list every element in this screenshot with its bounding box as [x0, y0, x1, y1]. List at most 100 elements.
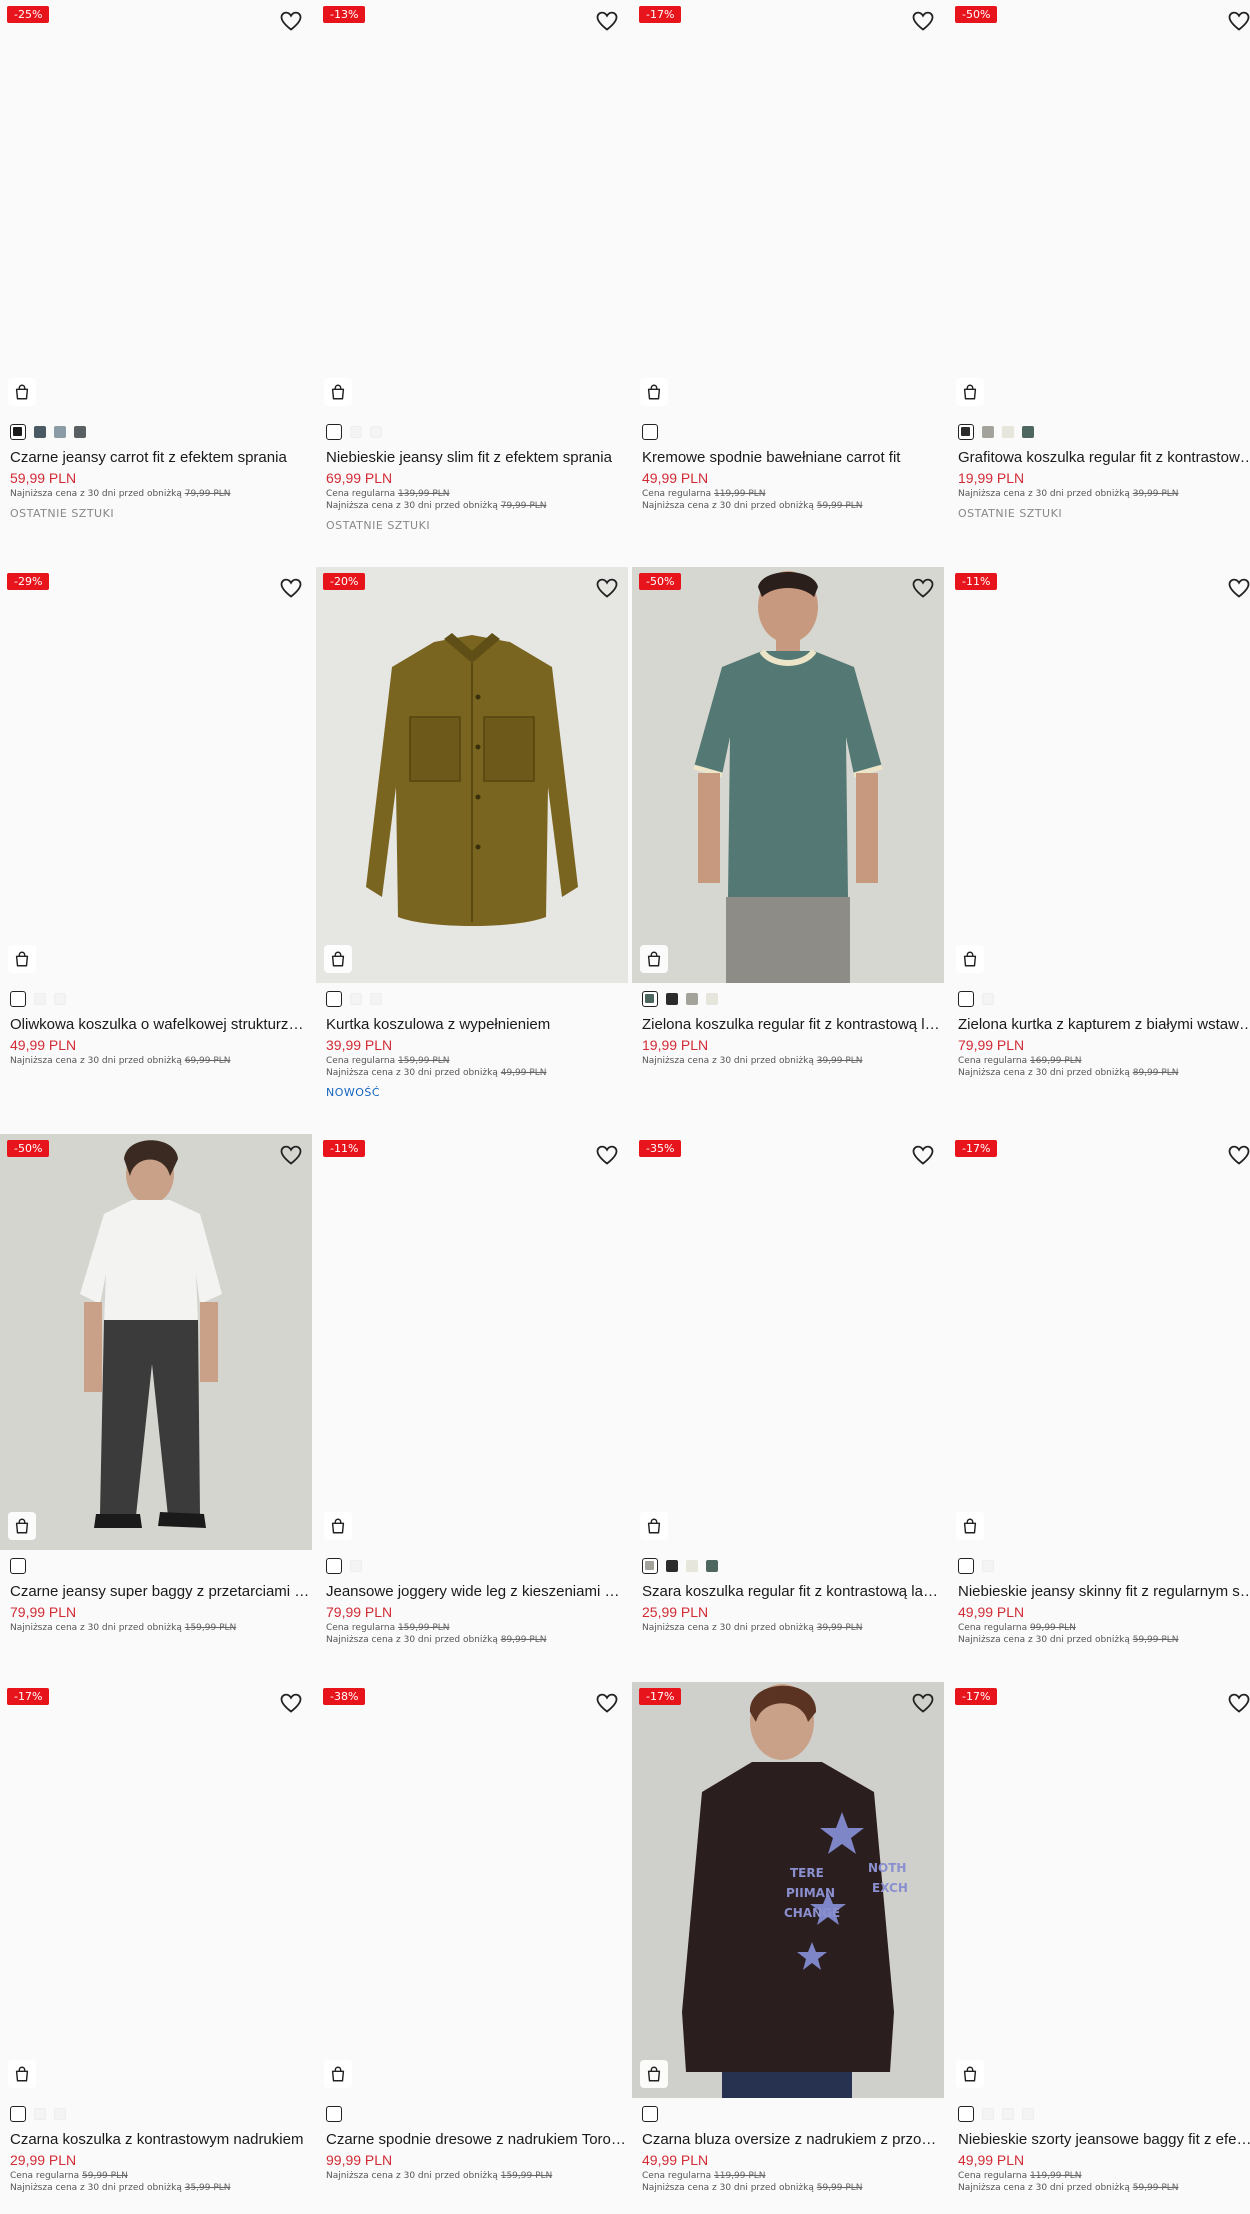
shopping-bag-icon[interactable]: [956, 1512, 984, 1540]
color-swatch[interactable]: [54, 993, 66, 1005]
product-image[interactable]: -50%: [0, 1134, 312, 1550]
product-title[interactable]: Grafitowa koszulka regular fit z kontras…: [958, 448, 1250, 467]
color-swatch-selected[interactable]: [958, 424, 974, 440]
color-swatch-selected[interactable]: [958, 991, 974, 1007]
color-swatch-selected[interactable]: [10, 424, 26, 440]
color-swatch-selected[interactable]: [326, 424, 342, 440]
heart-icon[interactable]: [595, 576, 619, 600]
product-title[interactable]: Czarne jeansy super baggy z przetarciami…: [10, 1582, 310, 1601]
product-image[interactable]: -50%: [632, 567, 944, 983]
color-swatch-selected[interactable]: [326, 991, 342, 1007]
product-title[interactable]: Czarna koszulka z kontrastowym nadrukiem: [10, 2130, 310, 2149]
product-image[interactable]: -38%: [316, 1682, 628, 2098]
color-swatch[interactable]: [34, 993, 46, 1005]
product-title[interactable]: Kurtka koszulowa z wypełnieniem: [326, 1015, 626, 1034]
product-image[interactable]: -11%: [948, 567, 1250, 983]
shopping-bag-icon[interactable]: [640, 378, 668, 406]
product-title[interactable]: Zielona koszulka regular fit z kontrasto…: [642, 1015, 942, 1034]
color-swatch[interactable]: [666, 1560, 678, 1572]
color-swatch[interactable]: [1022, 426, 1034, 438]
color-swatch[interactable]: [982, 2108, 994, 2120]
product-image[interactable]: -20%: [316, 567, 628, 983]
color-swatch-selected[interactable]: [326, 1558, 342, 1574]
color-swatch-selected[interactable]: [958, 1558, 974, 1574]
shopping-bag-icon[interactable]: [8, 2060, 36, 2088]
color-swatch[interactable]: [370, 993, 382, 1005]
color-swatch[interactable]: [370, 426, 382, 438]
product-title[interactable]: Niebieskie jeansy slim fit z efektem spr…: [326, 448, 626, 467]
product-image[interactable]: -17%: [948, 1134, 1250, 1550]
product-title[interactable]: Niebieskie szorty jeansowe baggy fit z e…: [958, 2130, 1250, 2149]
heart-icon[interactable]: [279, 1691, 303, 1715]
heart-icon[interactable]: [279, 9, 303, 33]
heart-icon[interactable]: [911, 1691, 935, 1715]
color-swatch[interactable]: [1002, 426, 1014, 438]
color-swatch[interactable]: [350, 993, 362, 1005]
color-swatch[interactable]: [350, 426, 362, 438]
color-swatch-selected[interactable]: [642, 1558, 658, 1574]
product-image[interactable]: -50%: [948, 0, 1250, 416]
heart-icon[interactable]: [595, 1691, 619, 1715]
product-image[interactable]: -13%: [316, 0, 628, 416]
shopping-bag-icon[interactable]: [8, 378, 36, 406]
product-title[interactable]: Szara koszulka regular fit z kontrastową…: [642, 1582, 942, 1601]
color-swatch[interactable]: [706, 993, 718, 1005]
color-swatch[interactable]: [34, 2108, 46, 2120]
shopping-bag-icon[interactable]: [640, 2060, 668, 2088]
color-swatch[interactable]: [1002, 2108, 1014, 2120]
color-swatch-selected[interactable]: [958, 2106, 974, 2122]
color-swatch[interactable]: [982, 1560, 994, 1572]
heart-icon[interactable]: [279, 576, 303, 600]
color-swatch-selected[interactable]: [642, 424, 658, 440]
shopping-bag-icon[interactable]: [324, 945, 352, 973]
shopping-bag-icon[interactable]: [640, 945, 668, 973]
product-image[interactable]: -17%: [0, 1682, 312, 2098]
product-title[interactable]: Zielona kurtka z kapturem z białymi wsta…: [958, 1015, 1250, 1034]
product-image[interactable]: -29%: [0, 567, 312, 983]
shopping-bag-icon[interactable]: [324, 1512, 352, 1540]
color-swatch[interactable]: [982, 426, 994, 438]
color-swatch-selected[interactable]: [642, 2106, 658, 2122]
color-swatch[interactable]: [74, 426, 86, 438]
color-swatch-selected[interactable]: [326, 2106, 342, 2122]
shopping-bag-icon[interactable]: [324, 2060, 352, 2088]
product-image[interactable]: -17%: [948, 1682, 1250, 2098]
color-swatch[interactable]: [350, 1560, 362, 1572]
heart-icon[interactable]: [911, 576, 935, 600]
product-image[interactable]: TERE PIIMAN CHANGE NOTH EXCH -17%: [632, 1682, 944, 2098]
heart-icon[interactable]: [595, 9, 619, 33]
color-swatch[interactable]: [982, 993, 994, 1005]
color-swatch[interactable]: [34, 426, 46, 438]
product-title[interactable]: Kremowe spodnie bawełniane carrot fit: [642, 448, 942, 467]
color-swatch-selected[interactable]: [10, 991, 26, 1007]
product-image[interactable]: -17%: [632, 0, 944, 416]
product-title[interactable]: Niebieskie jeansy skinny fit z regularny…: [958, 1582, 1250, 1601]
color-swatch[interactable]: [666, 993, 678, 1005]
shopping-bag-icon[interactable]: [956, 2060, 984, 2088]
color-swatch[interactable]: [686, 993, 698, 1005]
shopping-bag-icon[interactable]: [8, 945, 36, 973]
product-image[interactable]: -35%: [632, 1134, 944, 1550]
color-swatch-selected[interactable]: [10, 1558, 26, 1574]
product-image[interactable]: -25%: [0, 0, 312, 416]
heart-icon[interactable]: [911, 1143, 935, 1167]
shopping-bag-icon[interactable]: [956, 945, 984, 973]
shopping-bag-icon[interactable]: [640, 1512, 668, 1540]
heart-icon[interactable]: [1227, 576, 1250, 600]
heart-icon[interactable]: [279, 1143, 303, 1167]
color-swatch[interactable]: [54, 426, 66, 438]
product-title[interactable]: Czarne jeansy carrot fit z efektem spran…: [10, 448, 310, 467]
heart-icon[interactable]: [1227, 1691, 1250, 1715]
color-swatch[interactable]: [1022, 2108, 1034, 2120]
product-title[interactable]: Jeansowe joggery wide leg z kieszeniami …: [326, 1582, 626, 1601]
heart-icon[interactable]: [911, 9, 935, 33]
color-swatch-selected[interactable]: [10, 2106, 26, 2122]
shopping-bag-icon[interactable]: [8, 1512, 36, 1540]
color-swatch[interactable]: [706, 1560, 718, 1572]
color-swatch-selected[interactable]: [642, 991, 658, 1007]
shopping-bag-icon[interactable]: [956, 378, 984, 406]
product-title[interactable]: Czarna bluza oversize z nadrukiem z przo…: [642, 2130, 942, 2149]
color-swatch[interactable]: [54, 2108, 66, 2120]
heart-icon[interactable]: [1227, 1143, 1250, 1167]
product-title[interactable]: Czarne spodnie dresowe z nadrukiem Toron…: [326, 2130, 626, 2149]
